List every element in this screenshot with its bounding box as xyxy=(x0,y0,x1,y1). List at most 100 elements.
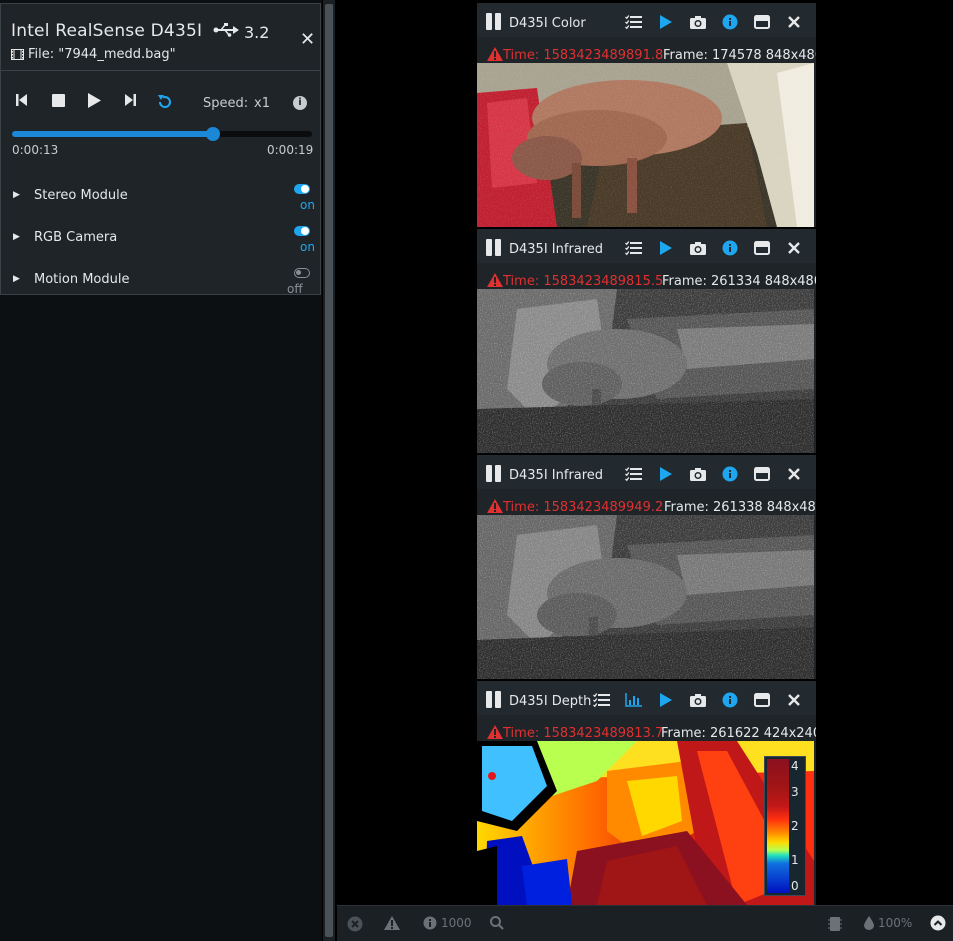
expand-caret-icon[interactable]: ▶ xyxy=(13,190,20,200)
step-forward-button[interactable] xyxy=(124,93,136,107)
module-toggle[interactable] xyxy=(294,226,310,236)
cpu-chip-icon xyxy=(828,916,842,932)
colorbar-tick: 4 xyxy=(791,759,799,773)
module-state: on xyxy=(300,198,315,212)
options-list-icon[interactable] xyxy=(593,692,611,708)
options-list-icon[interactable] xyxy=(625,14,643,30)
colorbar-gradient xyxy=(767,759,789,893)
close-stream-icon[interactable] xyxy=(785,240,803,256)
snapshot-camera-icon[interactable] xyxy=(689,692,707,708)
close-stream-icon[interactable] xyxy=(785,692,803,708)
colorbar-tick: 2 xyxy=(791,819,799,833)
info-icon[interactable]: i xyxy=(293,96,307,110)
pause-icon[interactable] xyxy=(486,465,502,482)
info-count-value: 1000 xyxy=(441,916,472,930)
stream-info-bar: Time: 1583423489813.7 Frame: 261622 424x… xyxy=(477,715,816,741)
module-row-motion[interactable]: ▶ Motion Module off xyxy=(1,268,320,314)
scrollbar-thumb[interactable] xyxy=(325,4,333,937)
loop-icon[interactable] xyxy=(157,94,173,110)
zoom-value: 100% xyxy=(878,916,913,930)
stream-title: D435I Color xyxy=(509,16,586,31)
stream-info-bar: Time: 1583423489815.5 Frame: 261334 848x… xyxy=(477,263,816,289)
seek-bar[interactable] xyxy=(12,127,312,141)
stream-info-bar: Time: 1583423489891.8 Frame: 174578 848x… xyxy=(477,37,816,63)
stop-button[interactable] xyxy=(52,94,65,107)
info-count[interactable]: 1000 xyxy=(423,916,472,930)
search-icon[interactable] xyxy=(490,916,504,930)
step-back-button[interactable] xyxy=(16,93,28,107)
stream-frame-info: Frame: 261334 848x480, Y8, FPS: -4608771… xyxy=(662,274,816,289)
play-icon[interactable] xyxy=(657,240,675,256)
pause-icon[interactable] xyxy=(486,13,502,30)
seek-handle[interactable] xyxy=(206,127,220,141)
stream-title: D435I Depth xyxy=(509,694,592,709)
module-toggle[interactable] xyxy=(294,184,310,194)
maximize-window-icon[interactable] xyxy=(753,240,771,256)
info-icon xyxy=(423,916,437,930)
infrared-frame-image xyxy=(477,289,814,453)
info-icon[interactable] xyxy=(721,466,739,482)
device-sidebar: Intel RealSense D435I 3.2 ✕ File: "7944_… xyxy=(0,0,322,941)
infrared-frame-image xyxy=(477,515,814,679)
stream-viewer: D435I Color Time: 1583423489891.8 Frame:… xyxy=(337,0,953,905)
stream-header: D435I Color xyxy=(477,3,816,37)
colorbar-tick: 1 xyxy=(791,853,799,867)
options-list-icon[interactable] xyxy=(625,240,643,256)
module-state: on xyxy=(300,240,315,254)
play-icon[interactable] xyxy=(657,466,675,482)
info-icon[interactable] xyxy=(721,14,739,30)
info-icon[interactable] xyxy=(721,692,739,708)
clear-notifications-icon[interactable] xyxy=(347,916,363,932)
snapshot-camera-icon[interactable] xyxy=(689,14,707,30)
stream-frame-info: Frame: 261622 424x240, Z16, FPS: -111492… xyxy=(661,726,816,741)
stream-header: D435I Infrared xyxy=(477,229,816,263)
stream-title: D435I Infrared xyxy=(509,468,604,483)
usb-version: 3.2 xyxy=(244,23,270,42)
stream-panel-color: D435I Color Time: 1583423489891.8 Frame:… xyxy=(477,3,816,227)
module-row-rgb[interactable]: ▶ RGB Camera on xyxy=(1,226,320,272)
close-stream-icon[interactable] xyxy=(785,14,803,30)
snapshot-camera-icon[interactable] xyxy=(689,466,707,482)
module-state: off xyxy=(287,282,303,296)
sidebar-scrollbar[interactable] xyxy=(323,0,335,941)
module-row-stereo[interactable]: ▶ Stereo Module on xyxy=(1,184,320,230)
stream-panel-infrared-2: D435I Infrared Time: 1583423489949.2 Fra… xyxy=(477,455,816,679)
stream-timestamp: Time: 1583423489813.7 xyxy=(503,726,664,741)
info-icon[interactable] xyxy=(721,240,739,256)
module-label: Motion Module xyxy=(34,272,130,287)
close-stream-icon[interactable] xyxy=(785,466,803,482)
pause-icon[interactable] xyxy=(486,239,502,256)
stream-panel-depth: D435I Depth Time: 1583423489813.7 Frame:… xyxy=(477,681,816,905)
play-icon[interactable] xyxy=(657,14,675,30)
maximize-window-icon[interactable] xyxy=(753,692,771,708)
stream-title: D435I Infrared xyxy=(509,242,604,257)
expand-caret-icon[interactable]: ▶ xyxy=(13,274,20,284)
expand-caret-icon[interactable]: ▶ xyxy=(13,232,20,242)
colorbar-tick: 3 xyxy=(791,785,799,799)
options-list-icon[interactable] xyxy=(625,466,643,482)
warning-icon xyxy=(487,47,503,61)
stream-frame-info: Frame: 174578 848x480, RGB8, FPS: -68932… xyxy=(663,48,816,63)
warnings-icon[interactable] xyxy=(384,916,400,930)
snapshot-camera-icon[interactable] xyxy=(689,240,707,256)
maximize-window-icon[interactable] xyxy=(753,466,771,482)
colorbar-tick: 0 xyxy=(791,879,799,893)
device-panel: Intel RealSense D435I 3.2 ✕ File: "7944_… xyxy=(0,3,321,296)
speed-selector[interactable]: x1 xyxy=(254,96,270,111)
play-button[interactable] xyxy=(88,93,101,108)
module-toggle[interactable] xyxy=(294,268,310,278)
stream-timestamp: Time: 1583423489949.2 xyxy=(503,500,664,515)
zoom-indicator: 100% xyxy=(864,916,912,930)
maximize-window-icon[interactable] xyxy=(753,14,771,30)
stream-info-bar: Time: 1583423489949.2 Frame: 261338 848x… xyxy=(477,489,816,515)
depth-colorbar: 4 3 2 1 0 xyxy=(764,756,806,896)
pause-icon[interactable] xyxy=(486,691,502,708)
warning-icon xyxy=(487,273,503,287)
play-icon[interactable] xyxy=(657,692,675,708)
usb-icon xyxy=(213,23,239,37)
close-device-button[interactable]: ✕ xyxy=(300,29,315,50)
stream-timestamp: Time: 1583423489815.5 xyxy=(503,274,664,289)
total-time: 0:00:19 xyxy=(267,143,314,157)
histogram-chart-icon[interactable] xyxy=(625,692,643,708)
expand-up-icon[interactable] xyxy=(930,915,946,931)
